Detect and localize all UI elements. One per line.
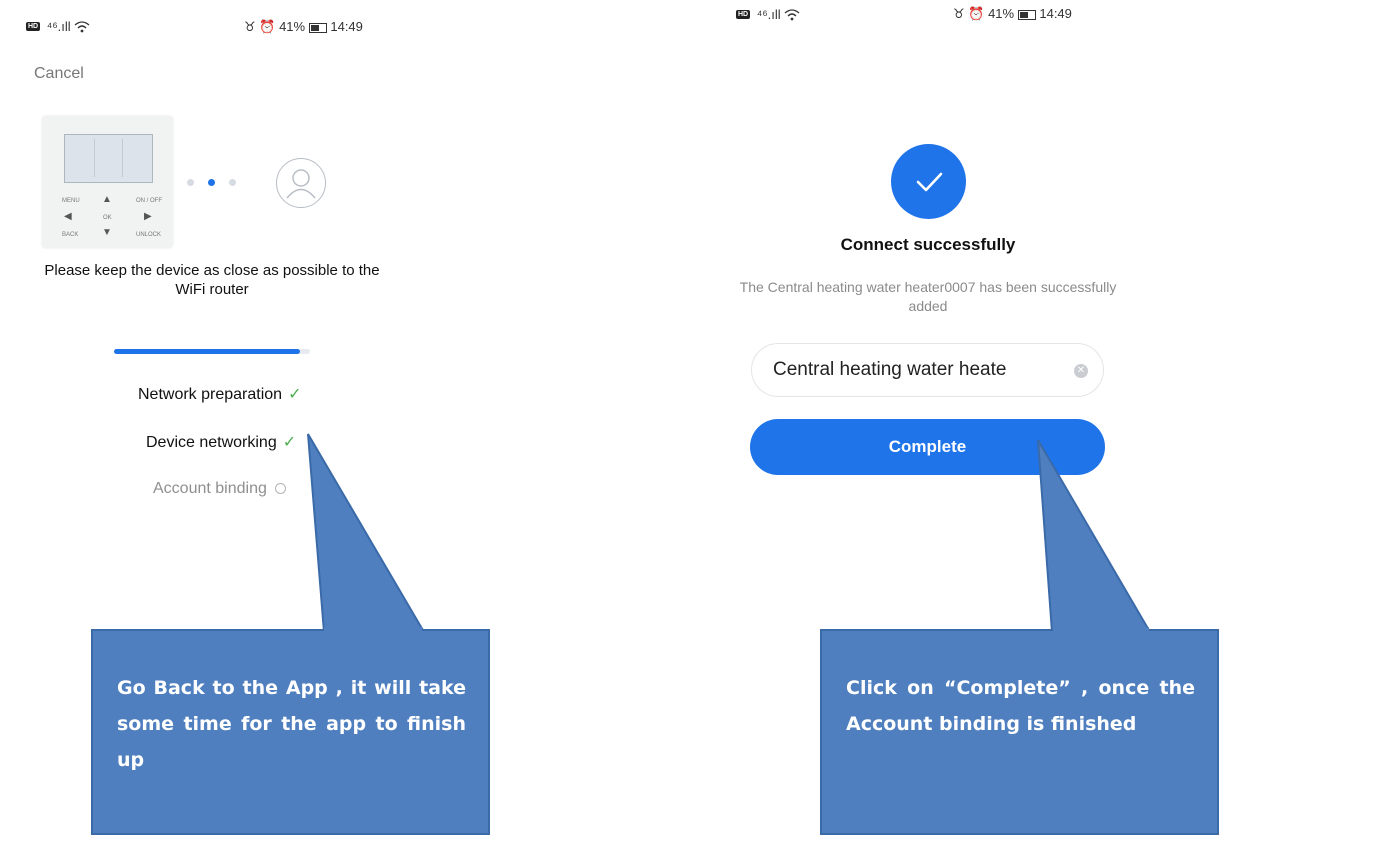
- hd-icon: HD: [736, 10, 751, 20]
- check-icon: ✓: [288, 386, 302, 403]
- device-controller-image: MENU ▲ ON / OFF ◀ OK ▶ BACK ▼ UNLOCK: [42, 116, 173, 248]
- step-label: Account binding: [153, 480, 267, 497]
- avatar-icon: [276, 158, 326, 208]
- binding-progress-fill: [114, 349, 301, 354]
- step-label: Device networking: [146, 434, 277, 451]
- pager-dot-3: [229, 179, 236, 186]
- binding-progress-bar: [114, 349, 310, 354]
- status-time: 14:49: [1039, 6, 1072, 21]
- battery-percent: 41%: [279, 19, 306, 34]
- pager-dot-1: [187, 179, 194, 186]
- battery-icon: [308, 22, 327, 33]
- callout-pointer-right: [1037, 439, 1152, 633]
- success-title: Connect successfully: [840, 235, 1016, 254]
- signal-icon: ⁴⁶.ıll: [46, 19, 71, 35]
- device-name-field[interactable]: ✕: [751, 343, 1104, 397]
- spinner-icon: [274, 483, 286, 495]
- hd-icon: HD: [26, 22, 41, 32]
- device-lcd: [64, 134, 153, 183]
- callout-right: Click on “Complete” , once the Account b…: [820, 629, 1219, 835]
- pager-dot-2: [208, 179, 215, 186]
- left-status-bar: HD ⁴⁶.ıll: [26, 18, 90, 34]
- wifi-icon: [784, 8, 800, 20]
- proximity-instruction: Please keep the device as close as possi…: [44, 262, 380, 298]
- status-icons: ♉ ⏰: [953, 6, 985, 21]
- signal-icon: ⁴⁶.ıll: [756, 7, 781, 23]
- left-status-right: ♉ ⏰ 41% 14:49: [244, 19, 363, 35]
- step-device-networking: Device networking ✓: [146, 432, 296, 452]
- right-status-bar: HD ⁴⁶.ıll: [736, 6, 800, 22]
- cancel-link[interactable]: Cancel: [34, 65, 84, 83]
- wifi-icon: [74, 20, 90, 32]
- right-status-right: ♉ ⏰ 41% 14:49: [953, 6, 1072, 22]
- step-label: Network preparation: [138, 386, 283, 403]
- step-network-preparation: Network preparation ✓: [138, 384, 301, 404]
- callout-left: Go Back to the App , it will take some t…: [91, 629, 490, 835]
- battery-percent: 41%: [988, 6, 1015, 21]
- battery-icon: [1017, 9, 1036, 20]
- step-account-binding: Account binding: [153, 480, 286, 498]
- callout-pointer-left: [307, 433, 426, 633]
- check-icon: ✓: [282, 434, 297, 451]
- status-icons: ♉ ⏰: [244, 19, 276, 34]
- device-name-input[interactable]: [773, 357, 1053, 383]
- clear-icon[interactable]: ✕: [1074, 364, 1088, 378]
- success-description: The Central heating water heater0007 has…: [739, 279, 1117, 314]
- status-time: 14:49: [330, 19, 363, 34]
- success-check-icon: [891, 144, 966, 219]
